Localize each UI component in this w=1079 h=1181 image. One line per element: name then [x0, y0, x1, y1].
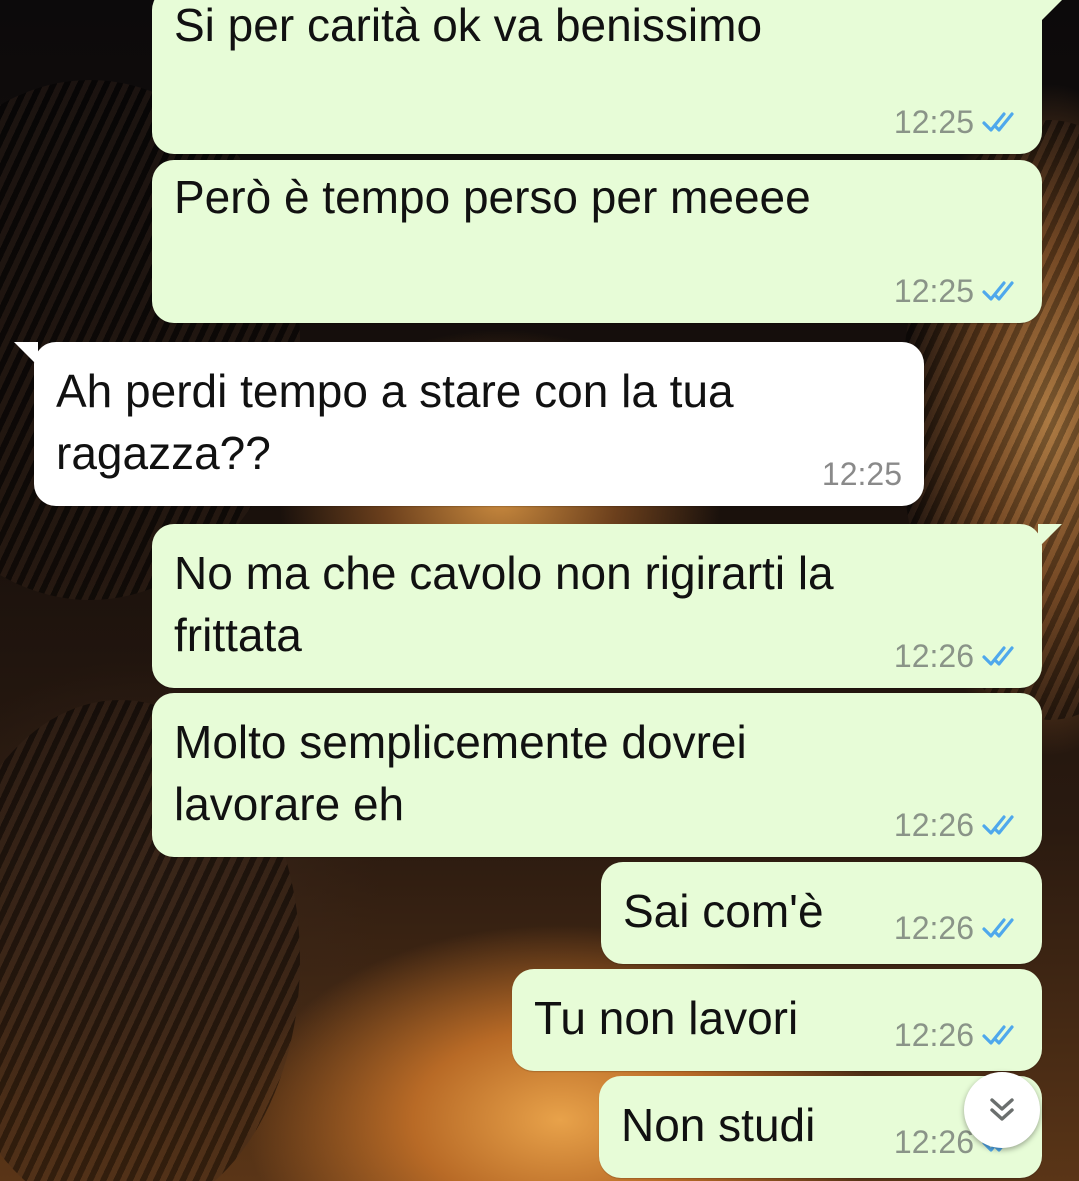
message-time: 12:26	[893, 910, 974, 946]
double-check-read-icon	[982, 112, 1014, 132]
double-check-read-icon	[982, 646, 1014, 666]
message-meta: 12:26	[894, 1017, 1020, 1053]
scroll-to-bottom-button[interactable]	[964, 1072, 1040, 1148]
message-text: Però è tempo perso per meeee	[174, 171, 811, 223]
message-time: 12:25	[821, 456, 902, 492]
message-bubble-outgoing[interactable]: No ma che cavolo non rigirarti la fritta…	[152, 524, 1062, 688]
message-bubble-outgoing[interactable]: Sai com'è 12:26	[601, 862, 1042, 964]
double-check-read-icon	[982, 1025, 1014, 1045]
message-text: Ah perdi tempo a stare con la tua ragazz…	[56, 365, 734, 479]
message-meta: 12:26	[894, 638, 1020, 674]
message-time: 12:25	[893, 104, 974, 140]
message-meta: 12:26	[894, 807, 1020, 843]
message-meta: 12:26	[894, 910, 1020, 946]
message-text: Non studi	[621, 1099, 816, 1151]
message-meta: 12:25	[894, 104, 1020, 140]
double-check-read-icon	[982, 815, 1014, 835]
double-chevron-down-icon	[990, 1098, 1014, 1121]
message-time: 12:26	[893, 638, 974, 674]
message-text: Sai com'è	[623, 885, 824, 937]
bubble-tail	[14, 342, 38, 366]
message-meta: 12:25	[894, 273, 1020, 309]
message-time: 12:26	[893, 1017, 974, 1053]
bubble-tail	[1038, 524, 1062, 548]
bubble-tail	[1038, 0, 1062, 24]
message-time: 12:25	[893, 273, 974, 309]
double-check-read-icon	[982, 918, 1014, 938]
message-bubble-outgoing[interactable]: Molto semplicemente dovrei lavorare eh 1…	[152, 693, 1042, 857]
message-bubble-outgoing[interactable]: Però è tempo perso per meeee 12:25	[152, 160, 1042, 323]
message-text: Tu non lavori	[534, 992, 799, 1044]
message-text: No ma che cavolo non rigirarti la fritta…	[174, 547, 834, 661]
message-time: 12:26	[893, 1124, 974, 1160]
double-check-read-icon	[982, 281, 1014, 301]
message-bubble-incoming[interactable]: Ah perdi tempo a stare con la tua ragazz…	[14, 342, 924, 506]
message-text: Si per carità ok va benissimo	[174, 0, 763, 51]
message-time: 12:26	[893, 807, 974, 843]
message-bubble-outgoing[interactable]: Tu non lavori 12:26	[512, 969, 1042, 1071]
message-list[interactable]: Si per carità ok va benissimo 12:25 Però…	[0, 0, 1079, 1181]
message-text: Molto semplicemente dovrei lavorare eh	[174, 716, 747, 830]
message-meta: 12:25	[822, 456, 902, 492]
message-bubble-outgoing[interactable]: Si per carità ok va benissimo 12:25	[152, 0, 1062, 154]
